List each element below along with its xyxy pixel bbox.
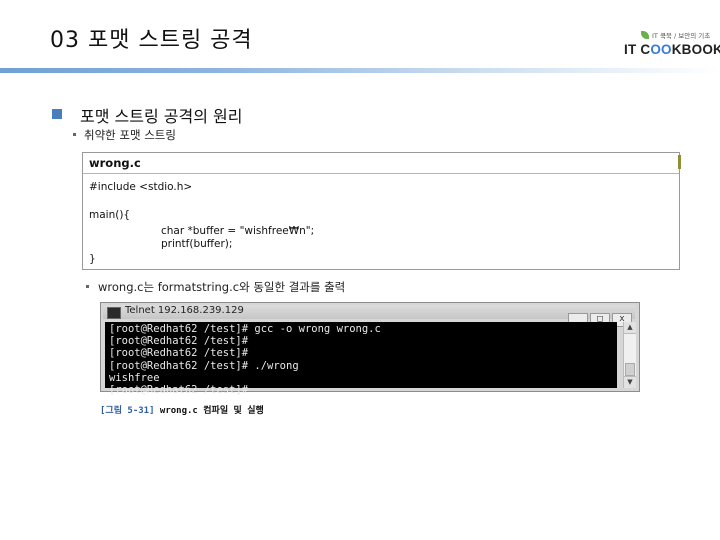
figure-caption: [그림 5-31] wrong.c 컴파일 및 실행 <box>100 403 264 416</box>
title-underline <box>0 68 720 73</box>
header-marker <box>678 155 681 169</box>
terminal-scrollbar[interactable]: ▲ ▼ <box>623 322 636 388</box>
square-bullet-icon <box>52 109 62 119</box>
terminal-title: Telnet 192.168.239.129 <box>125 305 244 316</box>
terminal-output[interactable]: [root@Redhat62 /test]# gcc -o wrong wron… <box>105 322 617 396</box>
code-filename: wrong.c <box>89 156 141 170</box>
logo-suffix: KBOOK <box>671 42 720 57</box>
scroll-up-icon[interactable]: ▲ <box>624 322 636 334</box>
caption-label: [그림 5-31] <box>100 406 155 416</box>
section-subheading: 취약한 포맷 스트링 <box>84 128 176 142</box>
terminal-titlebar[interactable]: Telnet 192.168.239.129 _ □ x <box>103 305 635 327</box>
logo-oo: OO <box>650 42 672 57</box>
logo-prefix: IT C <box>624 42 651 57</box>
scroll-down-icon[interactable]: ▼ <box>624 376 636 388</box>
terminal-line: wishfree <box>109 371 160 384</box>
sub-bullet-icon <box>73 133 76 136</box>
terminal-line: [root@Redhat62 /test]# gcc -o wrong wron… <box>109 323 381 335</box>
terminal-app-icon <box>107 307 121 319</box>
logo-main-text: IT COOKBOOK <box>624 42 720 57</box>
caption-text: wrong.c 컴파일 및 실행 <box>159 406 264 416</box>
terminal-line: [root@Redhat62 /test]# <box>109 335 249 348</box>
terminal-line: [root@Redhat62 /test]# ./wrong <box>109 359 299 372</box>
logo-top-text: IT 쿡북 / 보안의 기초 <box>652 32 711 40</box>
code-line-include: #include <stdio.h> <box>89 181 193 193</box>
scroll-thumb[interactable] <box>625 363 635 376</box>
slide-title: 03 포맷 스트링 공격 <box>50 28 253 53</box>
description-text: wrong.c는 formatstring.c와 동일한 결과를 출력 <box>98 280 346 294</box>
code-line-buffer: char *buffer = "wishfree₩n"; <box>161 225 315 237</box>
sub-bullet-icon <box>86 285 89 288</box>
it-cookbook-logo: IT 쿡북 / 보안의 기초 IT COOKBOOK <box>624 30 720 64</box>
terminal-window: Telnet 192.168.239.129 _ □ x [root@Redhat6… <box>100 302 640 396</box>
code-line-main: main(){ <box>89 209 131 221</box>
code-line-close: } <box>89 253 96 265</box>
section-heading: 포맷 스트링 공격의 원리 <box>80 107 243 126</box>
terminal-line: [root@Redhat62 /test]# <box>109 347 249 360</box>
code-line-printf: printf(buffer); <box>161 238 233 250</box>
code-header: wrong.c <box>83 153 681 174</box>
code-box: wrong.c #include <stdio.h> main(){ char … <box>82 152 681 270</box>
terminal-line: [root@Redhat62 /test]# <box>109 384 249 397</box>
leaf-icon <box>641 31 649 39</box>
